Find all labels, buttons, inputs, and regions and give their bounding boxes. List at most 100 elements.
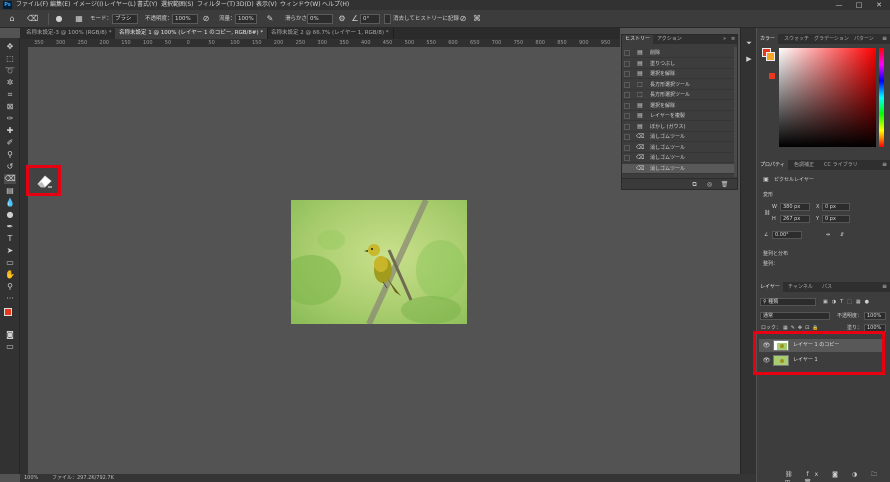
tab-properties[interactable]: プロパティ <box>757 160 788 170</box>
menu-view[interactable]: 表示(V) <box>256 1 277 9</box>
tab-cc-libraries[interactable]: CC ライブラリ <box>821 160 861 170</box>
tab-layers[interactable]: レイヤー <box>757 282 783 292</box>
history-state-row[interactable]: ▤ 選択を解除 <box>622 69 734 79</box>
opacity-input[interactable]: 100% <box>172 14 198 24</box>
pen-tool-icon[interactable]: ✒ <box>4 222 16 232</box>
history-state-row[interactable]: ▤ 削除 <box>622 48 734 58</box>
eraser-preset-icon[interactable]: ⌫ <box>27 14 38 24</box>
layers-footer-icons[interactable]: ⛓ fx ◙ ◑ 🗀 ⊞ 🗑 <box>785 471 890 482</box>
blur-tool-icon[interactable]: 💧 <box>4 198 16 208</box>
brush-size-icon[interactable]: ● <box>54 14 64 24</box>
hand-tool-icon[interactable]: ✋ <box>4 270 16 280</box>
history-panel-icon[interactable]: ⏷ <box>744 38 754 48</box>
tab-doc-3[interactable]: 名称未設定-3 @ 100% (RGB/8) * <box>22 28 117 39</box>
angle-input-properties[interactable]: 0.00° <box>772 231 802 239</box>
clone-stamp-tool-icon[interactable]: ⚲ <box>4 150 16 160</box>
background-swatch[interactable] <box>766 52 775 61</box>
history-state-row[interactable]: ⌫ 消しゴムツール <box>622 163 734 174</box>
gradient-tool-icon[interactable]: ▤ <box>4 186 16 196</box>
brush-tool-icon[interactable]: ✐ <box>4 138 16 148</box>
move-tool-icon[interactable]: ✥ <box>4 42 16 52</box>
bird-photo[interactable] <box>291 200 467 324</box>
close-button[interactable]: ✕ <box>872 0 886 10</box>
history-brush-source-checkbox[interactable] <box>624 102 630 109</box>
tab-color[interactable]: カラー <box>757 34 779 44</box>
airbrush-icon[interactable]: ✎ <box>265 14 275 24</box>
tab-doc-2[interactable]: 名称未設定 2 @ 66.7% (レイヤー 1, RGB/8) * <box>267 28 394 39</box>
tab-paths[interactable]: パス <box>819 282 835 292</box>
history-brush-source-checkbox[interactable] <box>624 155 630 161</box>
menu-filter[interactable]: フィルター(T) <box>197 1 235 9</box>
history-brush-source-checkbox[interactable] <box>624 92 630 98</box>
flip-vertical-icon[interactable]: ⇵ <box>840 231 844 239</box>
flip-horizontal-icon[interactable]: ⇹ <box>826 231 830 239</box>
trash-icon[interactable]: 🗑 <box>720 180 729 189</box>
symmetry-icon[interactable]: ⌘ <box>472 14 482 24</box>
zoom-tool-icon[interactable]: ⚲ <box>4 282 16 292</box>
height-input[interactable]: 267 px <box>780 215 810 223</box>
history-brush-source-checkbox[interactable] <box>624 81 630 88</box>
angle-input[interactable]: 0° <box>360 14 380 24</box>
tab-gradients[interactable]: グラデーション <box>811 34 852 44</box>
menu-select[interactable]: 選択範囲(S) <box>161 1 194 9</box>
lasso-tool-icon[interactable]: ➰ <box>4 66 16 76</box>
marquee-tool-icon[interactable]: ⬚ <box>4 54 16 64</box>
tab-channels[interactable]: チャンネル <box>785 282 816 292</box>
align-section-label[interactable]: 整列と分布 <box>763 250 788 258</box>
new-document-from-state-icon[interactable]: ⧉ <box>690 180 699 189</box>
x-input[interactable]: 0 px <box>822 203 850 211</box>
rectangle-tool-icon[interactable]: ▭ <box>4 258 16 268</box>
history-state-row[interactable]: ▤ ぼかし (ガウス) <box>622 122 734 132</box>
menu-help[interactable]: ヘルプ(H) <box>322 1 349 9</box>
history-brush-source-checkbox[interactable] <box>624 123 630 130</box>
menu-3d[interactable]: 3D(D) <box>236 1 254 9</box>
flow-input[interactable]: 100% <box>235 14 257 24</box>
photoshop-logo-icon[interactable]: Ps <box>3 1 12 9</box>
file-size-info[interactable]: ファイル：297.2K/792.7K <box>52 474 114 482</box>
gear-icon[interactable]: ⚙ <box>337 14 347 24</box>
layer-opacity-input[interactable]: 100% <box>864 312 886 320</box>
history-state-row[interactable]: ▤ レイヤーを複製 <box>622 111 734 121</box>
menu-type[interactable]: 書式(Y) <box>137 1 157 9</box>
mode-select[interactable]: ブラシ <box>112 14 138 24</box>
menu-edit[interactable]: 編集(E) <box>50 1 70 9</box>
history-brush-tool-icon[interactable]: ↺ <box>4 162 16 172</box>
actions-panel-icon[interactable]: ▶ <box>744 54 754 64</box>
path-selection-tool-icon[interactable]: ➤ <box>4 246 16 256</box>
tab-actions[interactable]: アクション <box>654 35 685 44</box>
eraser-tool-icon[interactable]: ⌫ <box>4 174 16 184</box>
history-state-row[interactable]: ⌫ 消しゴムツール <box>622 143 734 153</box>
blend-mode-select[interactable]: 通常 <box>760 312 830 320</box>
history-brush-source-checkbox[interactable] <box>624 134 630 140</box>
frame-tool-icon[interactable]: ⊠ <box>4 102 16 112</box>
history-state-row[interactable]: ⌫ 消しゴムツール <box>622 153 734 163</box>
properties-panel-menu-icon[interactable]: ≡ <box>882 160 887 170</box>
menu-layer[interactable]: レイヤー(L) <box>104 1 136 9</box>
magic-wand-tool-icon[interactable]: ✲ <box>4 78 16 88</box>
menu-file[interactable]: ファイル(F) <box>16 1 48 9</box>
eyedropper-tool-icon[interactable]: ✑ <box>4 114 16 124</box>
maximize-button[interactable]: □ <box>852 0 866 10</box>
brush-settings-icon[interactable]: ▦ <box>74 14 84 24</box>
history-state-row[interactable]: ⌫ 消しゴムツール <box>622 132 734 142</box>
width-input[interactable]: 380 px <box>780 203 810 211</box>
tab-history[interactable]: ヒストリー <box>622 35 654 44</box>
history-brush-source-checkbox[interactable] <box>624 113 630 119</box>
pressure-opacity-icon[interactable]: ⊘ <box>201 14 211 24</box>
tab-swatches[interactable]: スウォッチ <box>781 34 812 44</box>
color-panel-menu-icon[interactable]: ≡ <box>882 34 887 44</box>
zoom-level[interactable]: 100% <box>24 474 38 482</box>
menu-window[interactable]: ウィンドウ(W) <box>280 1 321 9</box>
hue-slider[interactable] <box>879 48 884 147</box>
menu-image[interactable]: イメージ(I) <box>73 1 103 9</box>
color-field[interactable] <box>779 48 876 147</box>
screen-mode-icon[interactable]: ▭ <box>4 342 16 352</box>
more-tools-icon[interactable]: ··· <box>4 294 16 304</box>
panel-menu-icon[interactable]: ≡ <box>728 35 738 44</box>
dodge-tool-icon[interactable]: ● <box>4 210 16 220</box>
history-brush-source-checkbox[interactable] <box>624 165 630 172</box>
history-scrollbar[interactable] <box>734 47 737 177</box>
crop-tool-icon[interactable]: ⌗ <box>4 90 16 100</box>
transform-section-label[interactable]: 変形 <box>763 191 773 199</box>
foreground-color-swatch[interactable] <box>4 308 12 316</box>
